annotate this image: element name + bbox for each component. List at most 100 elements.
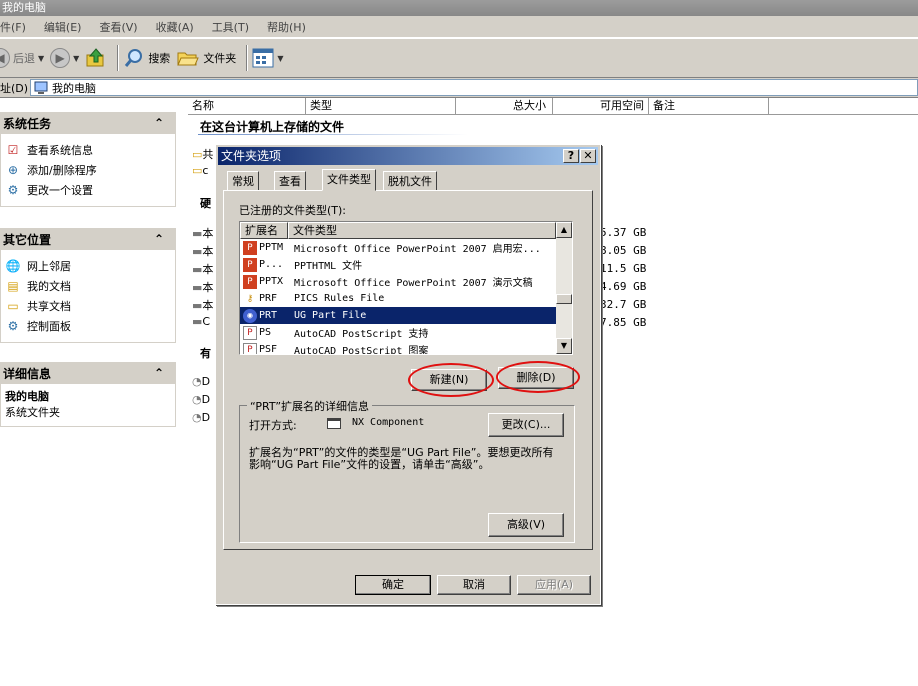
details-legend: “PRT”扩展名的详细信息 xyxy=(247,398,373,414)
up-folder-button[interactable] xyxy=(85,47,107,69)
details-name: 我的电脑 xyxy=(5,390,49,403)
menu-favorites[interactable]: 收藏(A) xyxy=(156,19,194,35)
folders-button[interactable]: 文件夹 xyxy=(176,47,236,69)
search-button[interactable]: 搜索 xyxy=(123,47,170,69)
task-view-system-info[interactable]: ☑ 查看系统信息 xyxy=(5,140,175,160)
tab-view[interactable]: 查看 xyxy=(274,171,306,191)
system-tasks-header[interactable]: 系统任务 ⌃ xyxy=(0,112,176,134)
menu-file[interactable]: 件(F) xyxy=(0,19,26,35)
free-space-cell: 5.37 GB xyxy=(600,226,647,239)
column-name[interactable]: 名称 xyxy=(188,98,306,115)
delete-button[interactable]: 删除(D) xyxy=(498,367,574,389)
table-row[interactable]: P PPTX Microsoft Office PowerPoint 2007 演… xyxy=(240,273,556,290)
folders-label: 文件夹 xyxy=(203,52,237,65)
tab-file-types[interactable]: 文件类型 xyxy=(322,169,376,191)
dialog-title: 文件夹选项 xyxy=(221,149,282,163)
table-row[interactable]: P PPTM Microsoft Office PowerPoint 2007 启… xyxy=(240,239,556,256)
task-add-remove-programs[interactable]: ⊕ 添加/删除程序 xyxy=(5,160,175,180)
menu-view[interactable]: 查看(V) xyxy=(99,19,137,35)
table-row[interactable]: P PS AutoCAD PostScript 支持 xyxy=(240,324,556,341)
table-row-selected[interactable]: ◉ PRT UG Part File xyxy=(240,307,556,324)
back-button[interactable]: ◀ 后退 ▼ xyxy=(0,48,44,68)
list-item[interactable]: ◔D xyxy=(192,393,210,406)
forward-arrow-icon: ▶ xyxy=(50,48,71,68)
column-extension[interactable]: 扩展名 xyxy=(240,222,288,239)
tab-offline-files[interactable]: 脱机文件 xyxy=(383,171,437,191)
nx-part-icon: ◉ xyxy=(243,308,257,323)
list-item[interactable]: ◔D xyxy=(192,375,210,388)
drive-icon: ▬ xyxy=(192,263,203,276)
table-row[interactable]: P P... PPTHTML 文件 xyxy=(240,256,556,273)
free-space-cell: 32.7 GB xyxy=(600,298,647,311)
list-item[interactable]: ▬本 xyxy=(192,279,213,295)
column-file-type[interactable]: 文件类型 xyxy=(288,222,556,239)
network-drive-icon: ◔ xyxy=(192,375,202,388)
address-bar: 址(D) 我的电脑 xyxy=(0,78,918,98)
file-types-list[interactable]: 扩展名 文件类型 P PPTM Microsoft Office PowerPoi… xyxy=(239,221,573,355)
tab-general[interactable]: 常规 xyxy=(227,171,259,191)
list-item[interactable]: ◔D xyxy=(192,411,210,424)
powerpoint-icon: P xyxy=(243,240,257,255)
column-comment[interactable]: 备注 xyxy=(649,98,769,115)
list-scrollbar[interactable]: ▲ ▼ xyxy=(556,222,572,354)
change-button[interactable]: 更改(C)... xyxy=(488,413,564,437)
list-item[interactable]: ▭共 xyxy=(192,146,213,162)
scroll-up-icon[interactable]: ▲ xyxy=(556,222,572,238)
help-button[interactable]: ? xyxy=(563,149,579,163)
collapse-icon[interactable]: ⌃ xyxy=(154,232,164,246)
place-label: 网上邻居 xyxy=(27,260,71,273)
advanced-button[interactable]: 高级(V) xyxy=(488,513,564,537)
system-tasks-panel: 系统任务 ⌃ ☑ 查看系统信息 ⊕ 添加/删除程序 ⚙ 更改一个设置 xyxy=(0,112,176,207)
other-places-header[interactable]: 其它位置 ⌃ xyxy=(0,228,176,250)
back-dropdown-icon[interactable]: ▼ xyxy=(38,54,44,63)
close-button[interactable]: ✕ xyxy=(580,149,596,163)
views-dropdown-icon[interactable]: ▼ xyxy=(277,54,283,63)
details-header[interactable]: 详细信息 ⌃ xyxy=(0,362,176,384)
scroll-down-icon[interactable]: ▼ xyxy=(556,338,572,354)
table-row[interactable]: P PSF AutoCAD PostScript 图案 xyxy=(240,341,556,354)
column-type[interactable]: 类型 xyxy=(306,98,456,115)
place-shared-documents[interactable]: ▭ 共享文档 xyxy=(5,296,175,316)
control-panel-icon: ⚙ xyxy=(7,183,19,197)
place-my-documents[interactable]: ▤ 我的文档 xyxy=(5,276,175,296)
list-item[interactable]: ▬本 xyxy=(192,261,213,277)
back-arrow-icon: ◀ xyxy=(0,48,10,68)
computer-icon xyxy=(34,81,48,94)
forward-button[interactable]: ▶ ▼ xyxy=(50,48,79,68)
menu-tools[interactable]: 工具(T) xyxy=(212,19,249,35)
list-item[interactable]: ▬本 xyxy=(192,243,213,259)
new-button[interactable]: 新建(N) xyxy=(411,369,487,391)
collapse-icon[interactable]: ⌃ xyxy=(154,116,164,130)
application-icon xyxy=(327,418,341,429)
apply-button[interactable]: 应用(A) xyxy=(517,575,591,595)
powerpoint-icon: P xyxy=(243,274,257,289)
place-control-panel[interactable]: ⚙ 控制面板 xyxy=(5,316,175,336)
registered-types-label: 已注册的文件类型(T): xyxy=(239,204,347,217)
list-item[interactable]: ▬C xyxy=(192,315,210,328)
views-button[interactable]: ▼ xyxy=(252,48,283,68)
collapse-icon[interactable]: ⌃ xyxy=(154,366,164,380)
cancel-button[interactable]: 取消 xyxy=(437,575,511,595)
dialog-title-bar[interactable]: 文件夹选项 xyxy=(218,147,598,165)
ok-button[interactable]: 确定 xyxy=(355,575,431,595)
drive-icon: ▬ xyxy=(192,227,203,240)
system-info-icon: ☑ xyxy=(7,143,19,157)
column-total-size[interactable]: 总大小 xyxy=(456,98,553,115)
drive-icon: ▬ xyxy=(192,299,203,312)
menu-edit[interactable]: 编辑(E) xyxy=(44,19,82,35)
menu-help[interactable]: 帮助(H) xyxy=(267,19,306,35)
list-item[interactable]: ▬本 xyxy=(192,297,213,313)
task-change-setting[interactable]: ⚙ 更改一个设置 xyxy=(5,180,175,200)
forward-dropdown-icon[interactable]: ▼ xyxy=(73,54,79,63)
details-desc: 系统文件夹 xyxy=(5,406,60,419)
window-title: 我的电脑 xyxy=(2,1,46,14)
column-free-space[interactable]: 可用空间 xyxy=(553,98,649,115)
scroll-thumb[interactable] xyxy=(556,294,572,304)
list-item[interactable]: ▭c xyxy=(192,164,208,177)
free-space-cell: 11.5 GB xyxy=(600,262,647,275)
list-item[interactable]: ▬本 xyxy=(192,225,213,241)
opens-with-value: NX Component xyxy=(352,417,425,428)
place-network[interactable]: 🌐 网上邻居 xyxy=(5,256,175,276)
address-input[interactable]: 我的电脑 xyxy=(30,79,918,96)
table-row[interactable]: ⚷ PRF PICS Rules File xyxy=(240,290,556,307)
